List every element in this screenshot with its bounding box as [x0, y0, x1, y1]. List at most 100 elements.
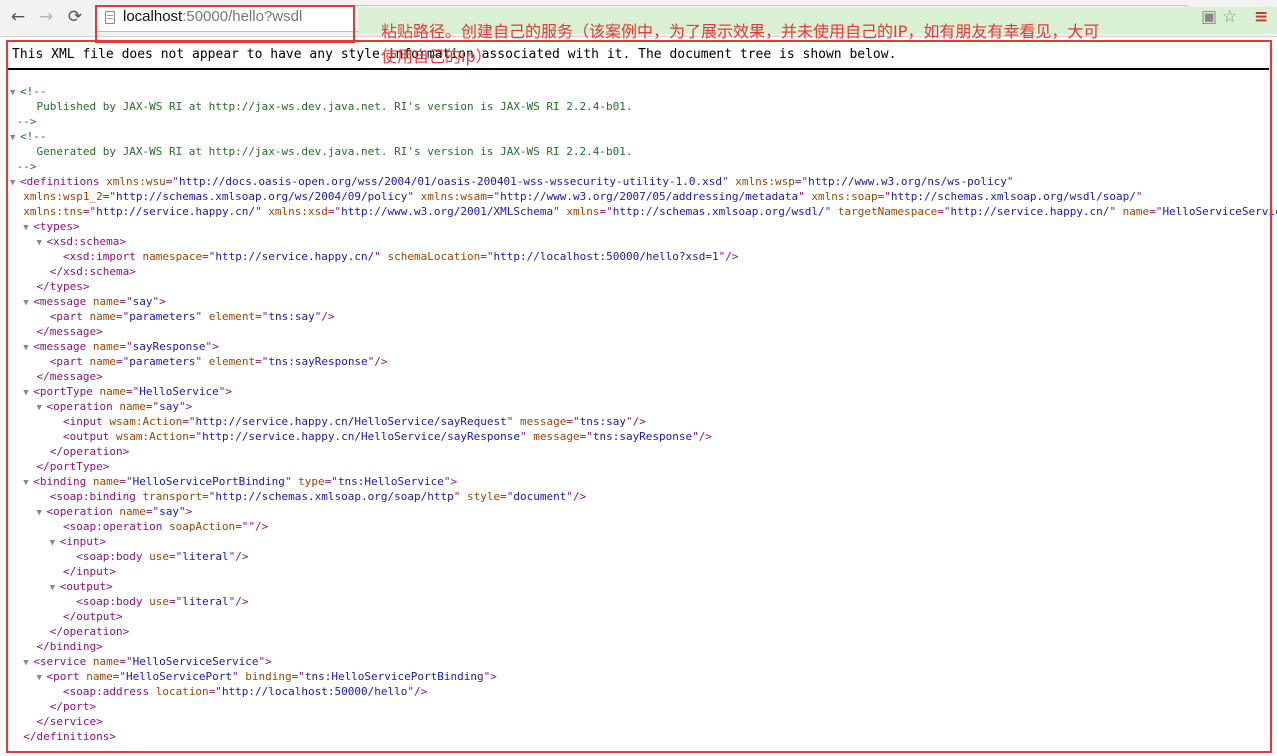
xml-line: </output>	[10, 609, 1277, 624]
xml-tag: ="	[480, 250, 494, 263]
xml-tag: "	[553, 205, 560, 218]
xml-indent	[10, 310, 50, 323]
xml-indent	[10, 445, 50, 458]
xml-tag: </output>	[62, 610, 123, 623]
xml-tag: ="	[235, 520, 249, 533]
xml-attr-value: http://www.w3.org/ns/ws-policy	[808, 175, 1007, 188]
xml-attr-name: xmlns:wsu	[99, 175, 166, 188]
xml-indent	[10, 370, 37, 383]
xml-indent	[10, 235, 37, 248]
xml-indent	[10, 520, 63, 533]
xml-attr-name: xmlns:wsam	[414, 190, 487, 203]
xml-line: ▼ <operation name="say">	[10, 504, 1277, 519]
xml-line: ▼ <input>	[10, 534, 1277, 549]
xml-attr-value: http://service.happy.cn/	[950, 205, 1110, 218]
xml-attr-value: http://docs.oasis-open.org/wss/2004/01/o…	[178, 175, 723, 188]
xml-comment: <!--	[20, 130, 47, 143]
xml-tag: ="	[324, 475, 338, 488]
xml-attr-value: sayResponse	[132, 340, 206, 353]
back-arrow-icon[interactable]: ←	[7, 6, 29, 28]
xml-tag: <soap:body	[76, 550, 143, 563]
xml-attr-name: type	[291, 475, 325, 488]
xml-line: ▼ <operation name="say">	[10, 399, 1277, 414]
xml-attr-value: HelloServiceService	[132, 655, 259, 668]
xml-tag: <message	[33, 340, 87, 353]
xml-attr-value: HelloServiceService	[1162, 205, 1277, 218]
xml-attr-name: use	[142, 595, 169, 608]
xml-indent	[10, 625, 50, 638]
xml-indent	[10, 400, 37, 413]
xml-indent	[10, 655, 23, 668]
xml-tag: ">	[205, 340, 219, 353]
xml-comment: Generated by JAX-WS RI at http://jax-ws.…	[10, 145, 633, 158]
xml-tag: <part	[49, 355, 83, 368]
xml-tag: "	[1135, 190, 1143, 203]
xml-tag: ">	[258, 655, 272, 668]
xml-tag: ="	[119, 655, 133, 668]
xml-tag: "	[798, 190, 805, 203]
xml-line: </types>	[10, 279, 1277, 294]
xml-tag: </xsd:schema>	[49, 265, 136, 278]
xml-tag: ="	[82, 205, 97, 218]
xml-line: ▼ <portType name="HelloService">	[10, 384, 1277, 399]
xml-attr-name: transport	[135, 490, 203, 503]
xml-tag: ="	[202, 250, 216, 263]
xml-tag: ="	[500, 490, 514, 503]
xml-attr-value: http://schemas.xmlsoap.org/wsdl/	[612, 205, 825, 218]
xml-line: ▼ <types>	[10, 219, 1277, 234]
xml-attr-value: HelloServicePortBinding	[132, 475, 285, 488]
xml-attr-value: parameters	[129, 310, 196, 323]
xml-tag: </message>	[36, 370, 103, 383]
xml-line: ▼ <xsd:schema>	[10, 234, 1277, 249]
xml-tag: "/>	[248, 520, 269, 533]
xml-line: <soap:body use="literal"/>	[10, 594, 1277, 609]
xml-indent	[10, 460, 37, 473]
xml-line: <input wsam:Action="http://service.happy…	[10, 414, 1277, 429]
xml-attr-name: xmlns:wsp1_2	[10, 190, 103, 203]
xml-tag: ">	[443, 475, 458, 488]
xml-line: ▼ <message name="say">	[10, 294, 1277, 309]
xml-comment: Published by JAX-WS RI at http://jax-ws.…	[10, 100, 633, 113]
xml-line: xmlns:tns="http://service.happy.cn/" xml…	[10, 204, 1277, 219]
xml-line: </xsd:schema>	[10, 264, 1277, 279]
reload-icon[interactable]: ⟳	[64, 6, 86, 28]
xml-tag: </message>	[36, 325, 103, 338]
xml-attr-value: HelloService	[139, 385, 219, 398]
xml-line: Published by JAX-WS RI at http://jax-ws.…	[10, 99, 1277, 114]
xml-attr-name: soapAction	[162, 520, 236, 533]
annotation-text: 粘贴路径。创建自己的服务（该案例中，为了展示效果，并未使用自己的IP，如有朋友有…	[381, 19, 1267, 69]
xml-attr-name: xmlns:wsp	[728, 175, 795, 188]
xml-comment: -->	[10, 115, 37, 128]
xml-attr-name: schemaLocation	[380, 250, 481, 263]
xml-indent	[10, 505, 37, 518]
xml-attr-name: name	[1116, 205, 1150, 218]
xml-comment: -->	[10, 160, 37, 173]
xml-indent	[10, 730, 23, 743]
xml-line: ▼ <message name="sayResponse">	[10, 339, 1277, 354]
xml-tag: ="	[116, 310, 130, 323]
annotation-line-1: 粘贴路径。创建自己的服务（该案例中，为了展示效果，并未使用自己的IP，如有朋友有…	[381, 22, 1100, 41]
xml-tag: </operation>	[49, 445, 130, 458]
xml-tag: ">	[152, 295, 166, 308]
xml-tag: "	[374, 250, 381, 263]
forward-arrow-icon[interactable]: →	[35, 6, 57, 28]
xml-indent	[10, 565, 63, 578]
xml-tag: </types>	[36, 280, 90, 293]
xml-tag: ="	[327, 205, 342, 218]
xml-tag: ="	[145, 400, 160, 413]
xml-tag: ="	[937, 205, 951, 218]
xml-line: </portType>	[10, 459, 1277, 474]
xml-line: ▼ <!--	[10, 129, 1277, 144]
xml-attr-name: name	[82, 310, 116, 323]
xml-attr-name: binding	[238, 670, 292, 683]
xml-tag: <input	[62, 415, 103, 428]
xml-tag: ">	[483, 670, 497, 683]
xml-attr-value: tns:say	[268, 310, 315, 323]
xml-line: </operation>	[10, 624, 1277, 639]
xml-attr-name: location	[149, 685, 209, 698]
xml-attr-name: name	[86, 475, 120, 488]
xml-tag: ="	[119, 340, 133, 353]
xml-line: ▼ <binding name="HelloServicePortBinding"…	[10, 474, 1277, 489]
xml-attr-value: http://service.happy.cn/	[215, 250, 375, 263]
xml-tag: ="	[579, 430, 593, 443]
